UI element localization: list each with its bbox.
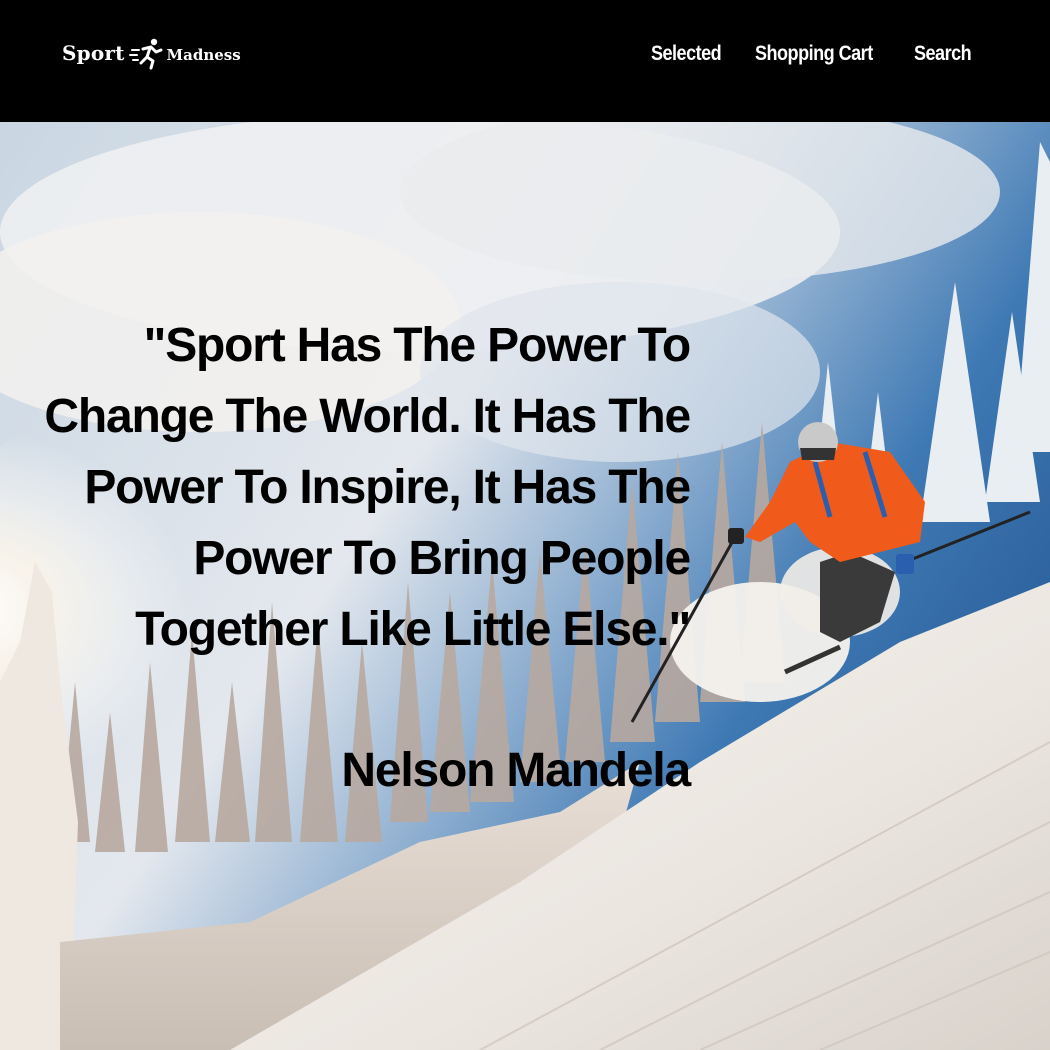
nav-search[interactable]: Search bbox=[914, 40, 972, 68]
logo-word-madness: Madness bbox=[166, 46, 241, 64]
hero-banner: "Sport Has The Power To Change The World… bbox=[0, 122, 1050, 1050]
logo-word-sport: Sport bbox=[62, 41, 125, 65]
quote-block: "Sport Has The Power To Change The World… bbox=[40, 310, 691, 806]
logo[interactable]: Sport Madness bbox=[62, 36, 241, 70]
quote-author: Nelson Mandela bbox=[341, 744, 691, 797]
quote-text: "Sport Has The Power To Change The World… bbox=[44, 319, 691, 656]
nav-shopping-cart[interactable]: Shopping Cart bbox=[755, 40, 873, 68]
nav-selected[interactable]: Selected bbox=[651, 40, 722, 68]
main-nav: Selected Shopping Cart Search bbox=[651, 40, 980, 68]
running-person-icon bbox=[128, 38, 163, 70]
site-header: Sport Madness Selected Shopping Cart Sea… bbox=[0, 0, 1050, 122]
